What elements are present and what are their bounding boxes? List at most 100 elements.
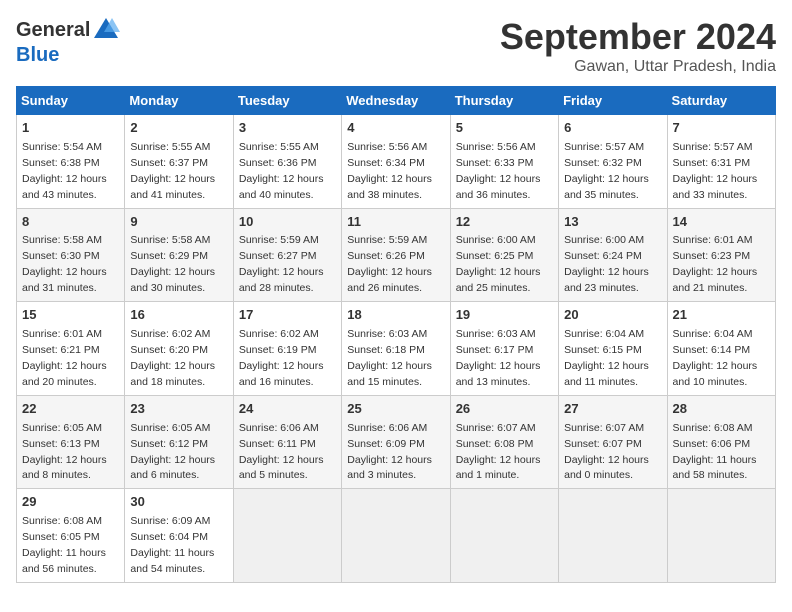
calendar-cell: 13Sunrise: 6:00 AM Sunset: 6:24 PM Dayli… [559, 208, 667, 302]
day-number: 27 [564, 400, 661, 419]
day-info: Sunrise: 5:56 AM Sunset: 6:33 PM Dayligh… [456, 141, 541, 201]
calendar-cell [342, 489, 450, 583]
logo-blue-text: Blue [16, 44, 59, 67]
day-info: Sunrise: 6:01 AM Sunset: 6:21 PM Dayligh… [22, 328, 107, 388]
page-header: General Blue September 2024 Gawan, Uttar… [16, 16, 776, 76]
calendar-cell: 18Sunrise: 6:03 AM Sunset: 6:18 PM Dayli… [342, 302, 450, 396]
day-info: Sunrise: 6:02 AM Sunset: 6:20 PM Dayligh… [130, 328, 215, 388]
calendar-cell: 15 Sunrise: 6:01 AM Sunset: 6:21 PM Dayli… [17, 302, 125, 396]
col-header-friday: Friday [559, 87, 667, 115]
col-header-monday: Monday [125, 87, 233, 115]
calendar-cell: 10 Sunrise: 5:59 AM Sunset: 6:27 PM Dayli… [233, 208, 341, 302]
calendar-cell: 12 Sunrise: 6:00 AM Sunset: 6:25 PM Dayli… [450, 208, 558, 302]
title-block: September 2024 Gawan, Uttar Pradesh, Ind… [500, 16, 776, 76]
day-number: 26 [456, 400, 553, 419]
day-info: Sunrise: 6:09 AM Sunset: 6:04 PM Dayligh… [130, 515, 214, 575]
day-number: 29 [22, 493, 119, 512]
day-info: Sunrise: 5:58 AM Sunset: 6:29 PM Dayligh… [130, 234, 215, 294]
col-header-sunday: Sunday [17, 87, 125, 115]
logo: General Blue [16, 16, 120, 67]
day-number: 30 [130, 493, 227, 512]
calendar-cell: 23 Sunrise: 6:05 AM Sunset: 6:12 PM Dayli… [125, 395, 233, 489]
day-info: Sunrise: 6:00 AM Sunset: 6:24 PM Dayligh… [564, 234, 649, 294]
day-number: 11 [347, 213, 444, 232]
calendar-cell: 26 Sunrise: 6:07 AM Sunset: 6:08 PM Dayli… [450, 395, 558, 489]
calendar-cell: 1Sunrise: 5:54 AM Sunset: 6:38 PM Daylig… [17, 115, 125, 209]
day-info: Sunrise: 5:59 AM Sunset: 6:27 PM Dayligh… [239, 234, 324, 294]
day-info: Sunrise: 6:01 AM Sunset: 6:23 PM Dayligh… [673, 234, 758, 294]
day-info: Sunrise: 6:05 AM Sunset: 6:12 PM Dayligh… [130, 422, 215, 482]
day-number: 3 [239, 119, 336, 138]
calendar-cell: 2Sunrise: 5:55 AM Sunset: 6:37 PM Daylig… [125, 115, 233, 209]
day-info: Sunrise: 6:02 AM Sunset: 6:19 PM Dayligh… [239, 328, 324, 388]
calendar-cell: 20 Sunrise: 6:04 AM Sunset: 6:15 PM Dayli… [559, 302, 667, 396]
col-header-thursday: Thursday [450, 87, 558, 115]
col-header-wednesday: Wednesday [342, 87, 450, 115]
day-info: Sunrise: 6:00 AM Sunset: 6:25 PM Dayligh… [456, 234, 541, 294]
calendar-cell: 4Sunrise: 5:56 AM Sunset: 6:34 PM Daylig… [342, 115, 450, 209]
location-title: Gawan, Uttar Pradesh, India [500, 58, 776, 76]
day-number: 24 [239, 400, 336, 419]
calendar-cell: 25 Sunrise: 6:06 AM Sunset: 6:09 PM Dayli… [342, 395, 450, 489]
day-number: 23 [130, 400, 227, 419]
day-info: Sunrise: 6:06 AM Sunset: 6:09 PM Dayligh… [347, 422, 432, 482]
calendar-cell: 9 Sunrise: 5:58 AM Sunset: 6:29 PM Daylig… [125, 208, 233, 302]
calendar-cell [667, 489, 775, 583]
day-number: 14 [673, 213, 770, 232]
day-info: Sunrise: 6:07 AM Sunset: 6:07 PM Dayligh… [564, 422, 649, 482]
day-number: 15 [22, 306, 119, 325]
day-number: 6 [564, 119, 661, 138]
calendar-cell: 8 Sunrise: 5:58 AM Sunset: 6:30 PM Daylig… [17, 208, 125, 302]
day-info: Sunrise: 6:08 AM Sunset: 6:06 PM Dayligh… [673, 422, 757, 482]
day-number: 2 [130, 119, 227, 138]
day-info: Sunrise: 5:55 AM Sunset: 6:36 PM Dayligh… [239, 141, 324, 201]
logo-general-text: General [16, 19, 90, 42]
day-info: Sunrise: 6:03 AM Sunset: 6:18 PM Dayligh… [347, 328, 432, 388]
calendar-cell: 5 Sunrise: 5:56 AM Sunset: 6:33 PM Daylig… [450, 115, 558, 209]
calendar-cell: 16 Sunrise: 6:02 AM Sunset: 6:20 PM Dayli… [125, 302, 233, 396]
day-info: Sunrise: 6:08 AM Sunset: 6:05 PM Dayligh… [22, 515, 106, 575]
day-number: 28 [673, 400, 770, 419]
logo-icon [92, 16, 120, 44]
calendar-cell: 24 Sunrise: 6:06 AM Sunset: 6:11 PM Dayli… [233, 395, 341, 489]
day-number: 5 [456, 119, 553, 138]
day-number: 10 [239, 213, 336, 232]
day-number: 19 [456, 306, 553, 325]
calendar-cell [559, 489, 667, 583]
day-number: 17 [239, 306, 336, 325]
day-info: Sunrise: 5:54 AM Sunset: 6:38 PM Dayligh… [22, 141, 107, 201]
calendar-cell: 17 Sunrise: 6:02 AM Sunset: 6:19 PM Dayli… [233, 302, 341, 396]
calendar-cell [450, 489, 558, 583]
day-info: Sunrise: 5:58 AM Sunset: 6:30 PM Dayligh… [22, 234, 107, 294]
calendar-week-row: 15 Sunrise: 6:01 AM Sunset: 6:21 PM Dayli… [17, 302, 776, 396]
day-info: Sunrise: 5:57 AM Sunset: 6:32 PM Dayligh… [564, 141, 649, 201]
calendar-cell: 11 Sunrise: 5:59 AM Sunset: 6:26 PM Dayli… [342, 208, 450, 302]
calendar-cell: 19Sunrise: 6:03 AM Sunset: 6:17 PM Dayli… [450, 302, 558, 396]
day-number: 7 [673, 119, 770, 138]
day-info: Sunrise: 6:07 AM Sunset: 6:08 PM Dayligh… [456, 422, 541, 482]
day-info: Sunrise: 6:05 AM Sunset: 6:13 PM Dayligh… [22, 422, 107, 482]
calendar-cell: 6 Sunrise: 5:57 AM Sunset: 6:32 PM Daylig… [559, 115, 667, 209]
calendar-cell: 22 Sunrise: 6:05 AM Sunset: 6:13 PM Dayli… [17, 395, 125, 489]
calendar-cell: 21Sunrise: 6:04 AM Sunset: 6:14 PM Dayli… [667, 302, 775, 396]
day-number: 12 [456, 213, 553, 232]
calendar-cell: 27 Sunrise: 6:07 AM Sunset: 6:07 PM Dayli… [559, 395, 667, 489]
day-number: 25 [347, 400, 444, 419]
calendar-week-row: 1Sunrise: 5:54 AM Sunset: 6:38 PM Daylig… [17, 115, 776, 209]
day-info: Sunrise: 6:04 AM Sunset: 6:15 PM Dayligh… [564, 328, 649, 388]
calendar-cell: 14 Sunrise: 6:01 AM Sunset: 6:23 PM Dayli… [667, 208, 775, 302]
day-number: 22 [22, 400, 119, 419]
calendar-header-row: SundayMondayTuesdayWednesdayThursdayFrid… [17, 87, 776, 115]
day-info: Sunrise: 5:59 AM Sunset: 6:26 PM Dayligh… [347, 234, 432, 294]
day-number: 20 [564, 306, 661, 325]
day-info: Sunrise: 6:06 AM Sunset: 6:11 PM Dayligh… [239, 422, 324, 482]
day-number: 16 [130, 306, 227, 325]
month-title: September 2024 [500, 16, 776, 58]
calendar-cell: 29 Sunrise: 6:08 AM Sunset: 6:05 PM Dayli… [17, 489, 125, 583]
calendar-table: SundayMondayTuesdayWednesdayThursdayFrid… [16, 86, 776, 583]
day-info: Sunrise: 5:56 AM Sunset: 6:34 PM Dayligh… [347, 141, 432, 201]
calendar-week-row: 22 Sunrise: 6:05 AM Sunset: 6:13 PM Dayli… [17, 395, 776, 489]
day-number: 8 [22, 213, 119, 232]
day-number: 9 [130, 213, 227, 232]
col-header-tuesday: Tuesday [233, 87, 341, 115]
